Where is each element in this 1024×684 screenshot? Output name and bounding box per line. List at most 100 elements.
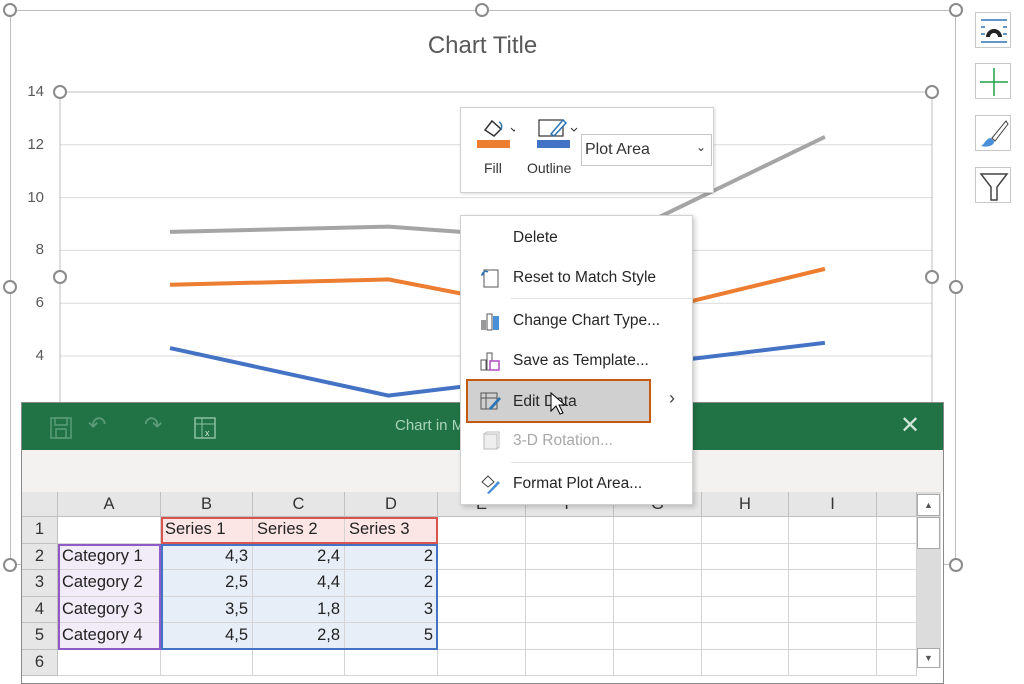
redo-icon[interactable]: ↷ (144, 412, 162, 438)
column-header[interactable]: B (161, 492, 253, 517)
row-header[interactable]: 4 (22, 596, 58, 623)
chart-elements-button[interactable] (975, 12, 1011, 48)
menu-item-reset-to-match-style[interactable]: Reset to Match Style (461, 260, 693, 296)
cell[interactable] (614, 596, 702, 623)
cell[interactable] (702, 649, 789, 676)
cell[interactable] (877, 623, 917, 650)
menu-item-change-chart-type[interactable]: Change Chart Type... (461, 303, 693, 339)
cell[interactable]: 2,4 (253, 543, 345, 570)
cell[interactable] (438, 517, 526, 544)
cell[interactable]: 1,8 (253, 596, 345, 623)
cell[interactable] (614, 649, 702, 676)
cell[interactable] (438, 649, 526, 676)
edit-data-in-excel-icon[interactable]: x (194, 417, 216, 439)
row-header[interactable]: 2 (22, 543, 58, 570)
cell[interactable] (877, 543, 917, 570)
cell[interactable] (438, 596, 526, 623)
row-header[interactable]: 6 (22, 649, 58, 676)
cell[interactable] (526, 543, 614, 570)
scroll-thumb[interactable] (917, 517, 940, 549)
cell[interactable] (58, 517, 161, 544)
resize-handle[interactable] (949, 3, 963, 17)
scroll-down-icon[interactable]: ▼ (917, 648, 940, 668)
save-icon[interactable] (50, 417, 72, 439)
cell[interactable] (789, 596, 877, 623)
cell[interactable] (526, 570, 614, 597)
cell[interactable] (877, 517, 917, 544)
column-header[interactable]: C (253, 492, 345, 517)
cell[interactable]: 4,3 (161, 543, 253, 570)
cell[interactable] (526, 623, 614, 650)
cell[interactable]: Series 2 (253, 517, 345, 544)
row-header[interactable]: 5 (22, 623, 58, 650)
cell[interactable] (789, 543, 877, 570)
cell[interactable] (526, 517, 614, 544)
column-header[interactable]: A (58, 492, 161, 517)
resize-handle[interactable] (53, 85, 67, 99)
cell[interactable] (614, 543, 702, 570)
row-header[interactable]: 1 (22, 517, 58, 544)
cell[interactable] (438, 570, 526, 597)
menu-item-delete[interactable]: Delete (461, 220, 693, 256)
vertical-scrollbar[interactable]: ▲ ▼ (917, 492, 941, 668)
cell[interactable]: 4,4 (253, 570, 345, 597)
cell[interactable] (526, 596, 614, 623)
cell[interactable] (253, 649, 345, 676)
cell[interactable] (614, 570, 702, 597)
cell[interactable] (789, 517, 877, 544)
outline-button[interactable] (535, 116, 579, 150)
cell[interactable] (877, 570, 917, 597)
fill-button[interactable] (475, 116, 518, 150)
row-header[interactable]: 3 (22, 570, 58, 597)
cell[interactable] (702, 570, 789, 597)
cell[interactable] (702, 517, 789, 544)
resize-handle[interactable] (949, 280, 963, 294)
close-icon[interactable]: ✕ (900, 411, 920, 440)
chart-styles-button[interactable] (975, 115, 1011, 151)
menu-item-save-as-template[interactable]: Save as Template... (461, 343, 693, 379)
add-chart-element-button[interactable] (975, 63, 1011, 99)
cell[interactable]: Category 3 (58, 596, 161, 623)
cell[interactable] (789, 623, 877, 650)
cell[interactable]: 5 (345, 623, 438, 650)
cell[interactable] (161, 649, 253, 676)
cell[interactable] (702, 543, 789, 570)
cell[interactable] (614, 517, 702, 544)
undo-icon[interactable]: ↶ (88, 412, 106, 438)
cell[interactable]: 3,5 (161, 596, 253, 623)
cell[interactable] (438, 543, 526, 570)
cell[interactable]: 2 (345, 570, 438, 597)
cell[interactable] (877, 649, 917, 676)
cell[interactable]: Series 3 (345, 517, 438, 544)
cell[interactable]: Category 2 (58, 570, 161, 597)
cell[interactable] (526, 649, 614, 676)
cell[interactable]: Category 4 (58, 623, 161, 650)
chart-filters-button[interactable] (975, 167, 1011, 203)
cell[interactable]: 2 (345, 543, 438, 570)
resize-handle[interactable] (475, 3, 489, 17)
cell[interactable] (58, 649, 161, 676)
cell[interactable] (789, 570, 877, 597)
cell[interactable] (345, 649, 438, 676)
select-all-corner[interactable] (22, 492, 58, 517)
cell[interactable] (789, 649, 877, 676)
spreadsheet-grid[interactable]: ABCDEFGHI1Series 1Series 2Series 32Categ… (22, 492, 917, 682)
cell[interactable]: 3 (345, 596, 438, 623)
resize-handle[interactable] (53, 270, 67, 284)
cell[interactable] (438, 623, 526, 650)
cell[interactable] (614, 623, 702, 650)
resize-handle[interactable] (949, 558, 963, 572)
resize-handle[interactable] (3, 280, 17, 294)
column-header[interactable]: H (702, 492, 789, 517)
chart-element-dropdown[interactable]: Plot Area ⌄ (581, 134, 712, 166)
resize-handle[interactable] (925, 270, 939, 284)
column-header[interactable]: D (345, 492, 438, 517)
scroll-up-icon[interactable]: ▲ (917, 494, 940, 516)
resize-handle[interactable] (3, 558, 17, 572)
cell[interactable]: Series 1 (161, 517, 253, 544)
cell[interactable] (702, 596, 789, 623)
cell[interactable]: 4,5 (161, 623, 253, 650)
cell[interactable] (877, 596, 917, 623)
cell[interactable]: 2,5 (161, 570, 253, 597)
menu-item-format-plot-area[interactable]: Format Plot Area... (461, 466, 693, 502)
